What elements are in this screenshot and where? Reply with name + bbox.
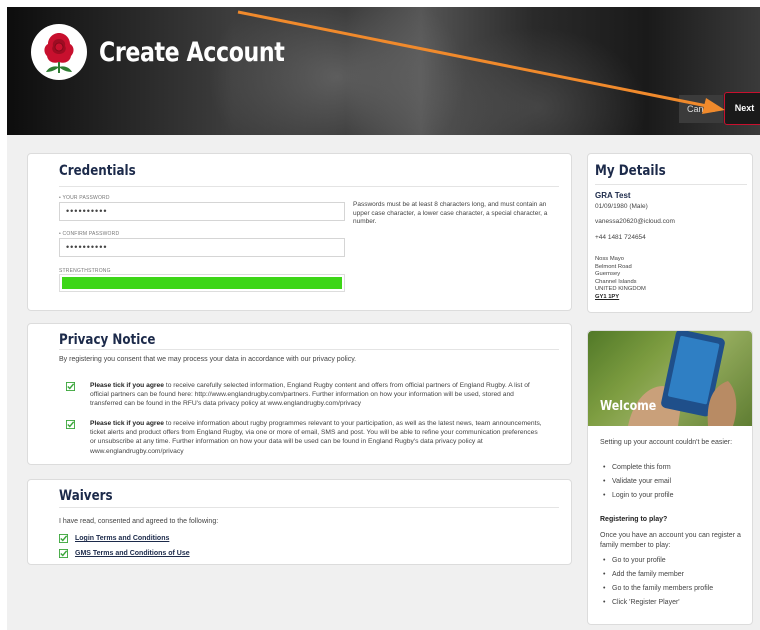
address-postcode: GY1 1PY <box>595 293 620 300</box>
list-item: Complete this form <box>600 461 673 475</box>
banner-background-2 <box>427 27 647 135</box>
list-item: Validate your email <box>600 475 673 489</box>
strength-bar-fill <box>62 277 342 289</box>
my-details-card: My Details GRA Test 01/09/1980 (Male) va… <box>587 153 753 313</box>
divider <box>595 184 747 185</box>
england-rugby-rose-logo <box>31 24 87 80</box>
password-hint: Passwords must be at least 8 characters … <box>353 201 548 225</box>
user-phone: +44 1481 724654 <box>595 234 646 241</box>
registering-intro: Once you have an account you can registe… <box>600 532 741 549</box>
checkbox-checked-icon[interactable] <box>59 549 68 558</box>
waivers-intro: I have read, consented and agreed to the… <box>59 518 219 525</box>
privacy-title: Privacy Notice <box>59 332 156 348</box>
next-button[interactable]: Next <box>724 92 760 125</box>
list-item: Go to the family members profile <box>600 582 713 596</box>
welcome-card: Welcome Setting up your account couldn't… <box>587 330 753 625</box>
registering-heading: Registering to play? <box>600 516 668 523</box>
privacy-intro: By registering you consent that we may p… <box>59 356 357 363</box>
rose-icon <box>44 33 74 73</box>
login-terms-link[interactable]: Login Terms and Conditions <box>75 535 169 542</box>
consent-bold: Please tick if you agree <box>90 420 164 427</box>
consent-bold: Please tick if you agree <box>90 382 164 389</box>
checkbox-checked-icon[interactable] <box>66 382 75 391</box>
welcome-intro: Setting up your account couldn't be easi… <box>600 439 733 446</box>
strength-meter <box>59 274 345 292</box>
address-line: UNITED KINGDOM <box>595 286 646 293</box>
user-dob: 01/09/1980 (Male) <box>595 203 648 210</box>
user-email: vanessa20620@icloud.com <box>595 218 675 225</box>
privacy-consent-programmes: Please tick if you agree to receive info… <box>90 419 545 456</box>
address-line: Guernsey <box>595 271 621 278</box>
header-banner: Create Account Cancel Next <box>7 7 760 135</box>
user-name: GRA Test <box>595 191 631 200</box>
list-item: Add the family member <box>600 568 713 582</box>
checkbox-checked-icon[interactable] <box>66 420 75 429</box>
waivers-title: Waivers <box>59 488 113 504</box>
welcome-title: Welcome <box>600 399 657 414</box>
credentials-title: Credentials <box>59 163 136 179</box>
divider <box>59 186 559 187</box>
list-item: Click 'Register Player' <box>600 596 713 610</box>
privacy-card: Privacy Notice By registering you consen… <box>27 323 572 465</box>
address-line: Noss Mayo <box>595 256 624 262</box>
list-item: Go to your profile <box>600 554 713 568</box>
user-address: Noss Mayo Belmont Road Guernsey Channel … <box>595 256 646 302</box>
checkbox-checked-icon[interactable] <box>59 534 68 543</box>
password-field[interactable]: •••••••••• <box>59 202 345 221</box>
registering-steps: Go to your profile Add the family member… <box>600 554 713 610</box>
address-line: Channel Islands <box>595 278 637 285</box>
confirm-password-label: • CONFIRM PASSWORD <box>59 231 120 237</box>
welcome-steps: Complete this form Validate your email L… <box>600 461 673 503</box>
content-area: Credentials • YOUR PASSWORD •••••••••• P… <box>7 135 760 630</box>
page-title: Create Account <box>99 37 285 68</box>
cancel-button[interactable]: Cancel <box>679 95 723 123</box>
address-line: Belmont Road <box>595 263 632 270</box>
waivers-card: Waivers I have read, consented and agree… <box>27 479 572 565</box>
my-details-title: My Details <box>595 163 666 179</box>
divider <box>59 349 559 350</box>
privacy-consent-partners: Please tick if you agree to receive care… <box>90 381 545 409</box>
password-label: • YOUR PASSWORD <box>59 195 110 201</box>
list-item: Login to your profile <box>600 489 673 503</box>
gms-terms-link[interactable]: GMS Terms and Conditions of Use <box>75 550 190 557</box>
divider <box>59 507 559 508</box>
welcome-image: Welcome <box>588 331 752 426</box>
credentials-card: Credentials • YOUR PASSWORD •••••••••• P… <box>27 153 572 311</box>
confirm-password-field[interactable]: •••••••••• <box>59 238 345 257</box>
